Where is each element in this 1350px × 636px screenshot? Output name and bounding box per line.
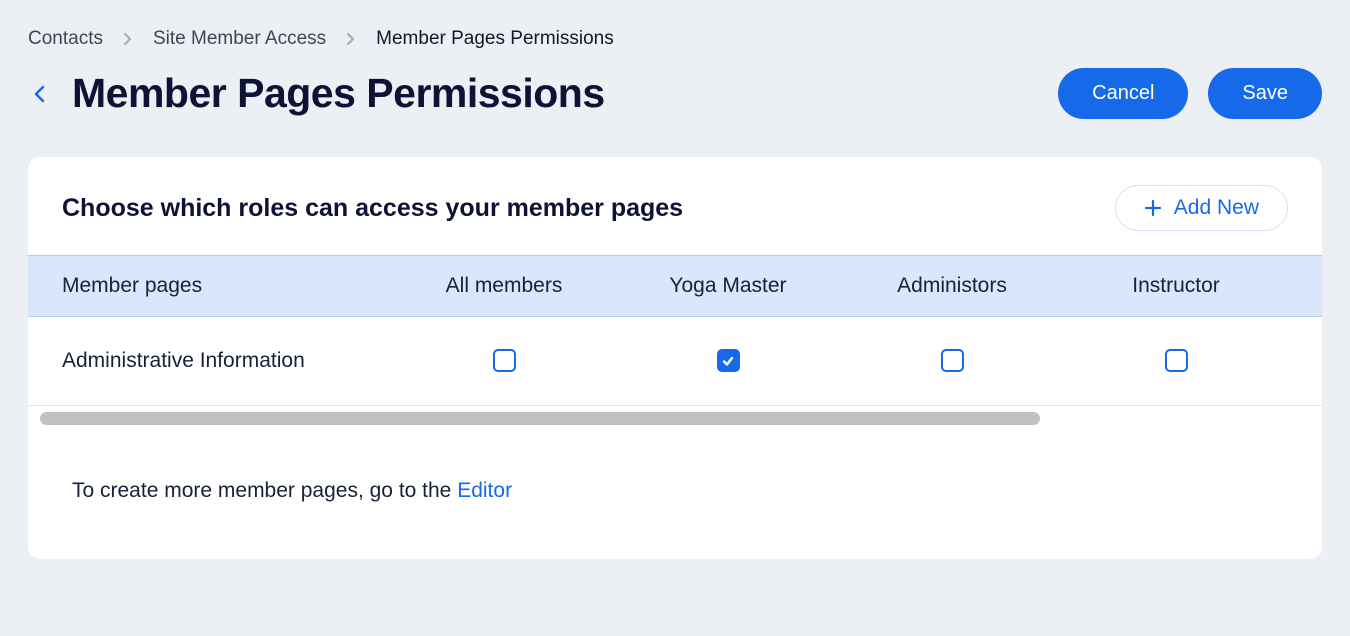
add-new-label: Add New — [1174, 196, 1259, 220]
table-header-role: All members — [392, 274, 616, 298]
breadcrumb-item-site-member-access[interactable]: Site Member Access — [153, 28, 326, 50]
plus-icon — [1144, 199, 1162, 217]
breadcrumb-item-current: Member Pages Permissions — [376, 28, 614, 50]
table-header-row: Member pages All members Yoga Master Adm… — [28, 255, 1322, 317]
permissions-card: Choose which roles can access your membe… — [28, 157, 1322, 559]
permissions-table: Member pages All members Yoga Master Adm… — [28, 255, 1322, 406]
chevron-right-icon — [346, 32, 356, 46]
breadcrumb: Contacts Site Member Access Member Pages… — [28, 28, 1322, 50]
footer-text: To create more member pages, go to the — [72, 479, 457, 502]
table-row: Administrative Information — [28, 317, 1322, 406]
back-arrow-icon[interactable] — [28, 82, 52, 106]
add-new-button[interactable]: Add New — [1115, 185, 1288, 231]
checkbox-yoga-master[interactable] — [717, 349, 740, 372]
table-header-role: Administors — [840, 274, 1064, 298]
table-header-name: Member pages — [62, 274, 392, 298]
cancel-button[interactable]: Cancel — [1058, 68, 1188, 119]
breadcrumb-item-contacts[interactable]: Contacts — [28, 28, 103, 50]
horizontal-scrollbar[interactable] — [28, 406, 1322, 431]
table-header-role: Instructor — [1064, 274, 1288, 298]
scrollbar-thumb[interactable] — [40, 412, 1040, 425]
row-page-name: Administrative Information — [62, 345, 392, 377]
chevron-right-icon — [123, 32, 133, 46]
checkbox-administors[interactable] — [941, 349, 964, 372]
checkbox-all-members[interactable] — [493, 349, 516, 372]
editor-link[interactable]: Editor — [457, 479, 512, 502]
page-title: Member Pages Permissions — [72, 70, 605, 117]
card-title: Choose which roles can access your membe… — [62, 194, 683, 223]
save-button[interactable]: Save — [1208, 68, 1322, 119]
checkbox-instructor[interactable] — [1165, 349, 1188, 372]
table-header-role: Yoga Master — [616, 274, 840, 298]
page-header: Member Pages Permissions Cancel Save — [28, 68, 1322, 119]
card-footer: To create more member pages, go to the E… — [28, 431, 1322, 559]
